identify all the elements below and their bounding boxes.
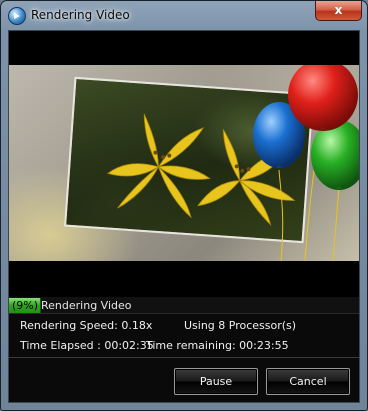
rendering-speed: Rendering Speed: 0.18x <box>20 319 153 332</box>
divider <box>9 357 359 358</box>
progress-label: Rendering Video <box>41 299 132 312</box>
pause-button[interactable]: Pause <box>174 368 258 395</box>
progress-bar: (9%) Rendering Video <box>9 297 359 314</box>
processor-count: Using 8 Processor(s) <box>184 319 297 332</box>
window-title: Rendering Video <box>31 8 130 22</box>
status-panel: (9%) Rendering Video Rendering Speed: 0.… <box>9 297 359 402</box>
render-dialog: Rendering Video x (9%) Rendering Video R… <box>0 0 368 411</box>
time-elapsed: Time Elapsed : 00:02:35 <box>20 339 154 352</box>
close-button[interactable]: x <box>315 1 362 21</box>
app-icon <box>8 7 26 25</box>
cancel-button[interactable]: Cancel <box>266 368 350 395</box>
title-bar[interactable]: Rendering Video x <box>1 1 367 31</box>
video-preview <box>9 31 359 297</box>
time-remaining: Time remaining: 00:23:55 <box>146 339 289 352</box>
progress-percent: (9%) <box>12 299 39 312</box>
preview-frame <box>9 65 359 261</box>
balloons <box>253 65 359 261</box>
dialog-body: (9%) Rendering Video Rendering Speed: 0.… <box>8 30 360 403</box>
